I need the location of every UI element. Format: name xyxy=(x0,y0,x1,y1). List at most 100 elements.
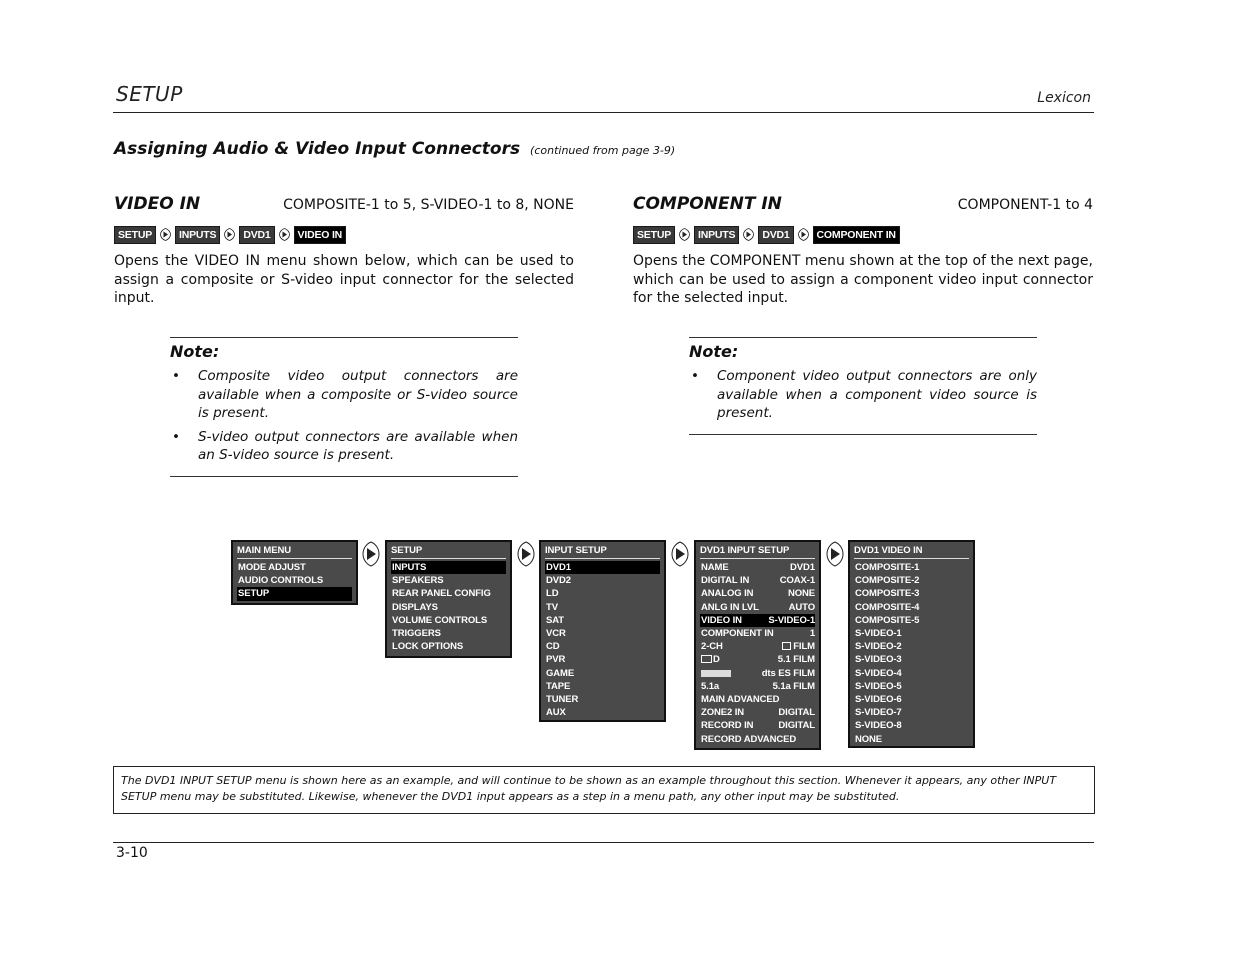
menu-item: GAME xyxy=(546,667,575,679)
film-icon xyxy=(782,642,792,651)
menu-row-main-advanced: MAIN ADVANCED xyxy=(700,693,815,706)
menu-item: NONE xyxy=(855,733,883,745)
menu-item: S-VIDEO-6 xyxy=(855,694,902,706)
row-label: ANLG IN LVL xyxy=(701,601,759,613)
menu-item: MODE ADJUST xyxy=(238,562,306,573)
page-title: SETUP xyxy=(116,82,183,106)
row-label: DIGITAL IN xyxy=(701,575,750,587)
next-menu-arrow-icon xyxy=(517,541,535,567)
menu-item: CD xyxy=(546,641,560,653)
menu-item-selected: SETUP xyxy=(237,587,352,601)
path-arrow-icon xyxy=(797,228,809,241)
row-value: dts ES FILM xyxy=(761,667,815,679)
dvd1-input-setup-menu-screen: DVD1 INPUT SETUP NAME DVD1 DIGITAL IN COAX… xyxy=(694,540,821,750)
menu-title: SETUP xyxy=(391,545,506,559)
menu-item: COMPOSITE-5 xyxy=(855,614,920,626)
menu-row-2ch: 2-CH FILM xyxy=(700,640,815,653)
component-in-description: Opens the COMPONENT menu shown at the to… xyxy=(633,253,1093,306)
menu-item: LOCK OPTIONS xyxy=(392,641,464,653)
next-menu-arrow-icon xyxy=(826,541,844,567)
continued-note: (continued from page 3-9) xyxy=(530,144,676,157)
row-label: 2-CH xyxy=(701,641,723,653)
menu-title: INPUT SETUP xyxy=(545,545,660,559)
menu-item: S-VIDEO-5 xyxy=(855,680,902,692)
component-in-title: COMPONENT IN xyxy=(633,194,782,214)
menu-row-analog-in: ANALOG IN NONE xyxy=(700,587,815,600)
row-label: COMPONENT IN xyxy=(701,628,774,640)
menu-item: AUDIO CONTROLS xyxy=(238,575,324,587)
setup-menu-screen: SETUP INPUTS SPEAKERS REAR PANEL CONFIG … xyxy=(385,540,512,658)
menu-item: DISPLAYS xyxy=(392,601,438,613)
path-step-dvd1: DVD1 xyxy=(758,225,794,244)
menu-item: COMPOSITE-4 xyxy=(855,601,920,613)
path-step-component-in: COMPONENT IN xyxy=(812,225,900,244)
menu-row-dolby-digital: D 5.1 FILM xyxy=(700,653,815,666)
menu-item: PVR xyxy=(546,654,566,666)
path-step-setup: SETUP xyxy=(633,225,676,244)
next-menu-arrow-icon xyxy=(671,541,689,567)
note-item: S-video output connectors are available … xyxy=(170,428,518,465)
menu-item-selected: DVD1 xyxy=(545,561,660,575)
row-value: NONE xyxy=(787,588,815,600)
video-in-description: Opens the VIDEO IN menu shown below, whi… xyxy=(114,253,574,306)
row-label: MAIN ADVANCED xyxy=(701,694,780,706)
menu-title: MAIN MENU xyxy=(237,545,352,559)
row-value: 5.1a FILM xyxy=(772,680,815,692)
video-in-title: VIDEO IN xyxy=(114,194,201,214)
menu-item: LD xyxy=(546,588,559,600)
row-label: RECORD IN xyxy=(701,720,754,732)
menu-row-name: NAME DVD1 xyxy=(700,561,815,574)
row-value: COAX-1 xyxy=(779,575,815,587)
menu-row-anlg-in-lvl: ANLG IN LVL AUTO xyxy=(700,601,815,614)
path-step-setup: SETUP xyxy=(114,225,157,244)
path-arrow-icon xyxy=(160,228,171,241)
menu-item: S-VIDEO-4 xyxy=(855,667,902,679)
menu-item: REAR PANEL CONFIG xyxy=(392,588,491,600)
row-label: NAME xyxy=(701,562,729,573)
video-in-range: COMPOSITE-1 to 5, S-VIDEO-1 to 8, NONE xyxy=(283,197,574,213)
menu-item: TUNER xyxy=(546,694,579,706)
component-in-note: Note: Component video output connectors … xyxy=(689,337,1037,435)
row-value: 5.1 FILM xyxy=(777,654,815,666)
menu-item: S-VIDEO-2 xyxy=(855,641,902,653)
row-label: 5.1a xyxy=(701,680,720,692)
row-value: DIGITAL xyxy=(778,707,815,719)
menu-title: DVD1 VIDEO IN xyxy=(854,545,969,559)
menu-item: TAPE xyxy=(546,680,571,692)
page-number: 3-10 xyxy=(116,845,148,861)
menu-item: TV xyxy=(546,601,558,613)
menu-item: COMPOSITE-3 xyxy=(855,588,920,600)
menu-row-record-in: RECORD IN DIGITAL xyxy=(700,719,815,732)
section-heading: Assigning Audio & Video Input Connectors… xyxy=(114,139,675,159)
path-step-dvd1: DVD1 xyxy=(239,225,275,244)
row-label: D xyxy=(701,653,720,666)
row-label: VIDEO IN xyxy=(701,614,742,626)
input-setup-menu-screen: INPUT SETUP DVD1 DVD2 LD TV SAT VCR CD P… xyxy=(539,540,666,722)
note-item: Composite video output connectors are av… xyxy=(170,367,518,423)
row-label: ANALOG IN xyxy=(701,588,754,600)
row-value: DVD1 xyxy=(790,562,815,573)
row-value: S-VIDEO-1 xyxy=(768,614,815,626)
path-step-video-in: VIDEO IN xyxy=(293,225,347,244)
menu-item: VOLUME CONTROLS xyxy=(392,614,488,626)
dvd1-video-in-menu-screen: DVD1 VIDEO IN COMPOSITE-1 COMPOSITE-2 CO… xyxy=(848,540,975,748)
component-in-menu-path: SETUP INPUTS DVD1 COMPONENT IN xyxy=(633,225,1093,244)
menu-item: TRIGGERS xyxy=(392,628,441,640)
path-step-inputs: INPUTS xyxy=(175,225,221,244)
dolby-digital-icon xyxy=(701,655,712,664)
menu-item: AUX xyxy=(546,707,566,719)
row-value: FILM xyxy=(782,640,815,653)
row-label: ZONE2 IN xyxy=(701,707,745,719)
menu-item-selected: INPUTS xyxy=(391,561,506,575)
next-menu-arrow-icon xyxy=(362,541,380,567)
note-title: Note: xyxy=(689,342,739,361)
video-in-note: Note: Composite video output connectors … xyxy=(170,337,518,477)
main-menu-screen: MAIN MENU MODE ADJUST AUDIO CONTROLS SET… xyxy=(231,540,358,605)
caption-box: The DVD1 INPUT SETUP menu is shown here … xyxy=(113,766,1095,814)
menu-row-record-advanced: RECORD ADVANCED xyxy=(700,733,815,746)
row-value: DIGITAL xyxy=(778,720,815,732)
menu-row-zone2-in: ZONE2 IN DIGITAL xyxy=(700,706,815,719)
menu-row-video-in-selected: VIDEO IN S-VIDEO-1 xyxy=(700,613,815,628)
video-in-menu-path: SETUP INPUTS DVD1 VIDEO IN xyxy=(114,225,574,244)
menu-item: S-VIDEO-8 xyxy=(855,720,902,732)
